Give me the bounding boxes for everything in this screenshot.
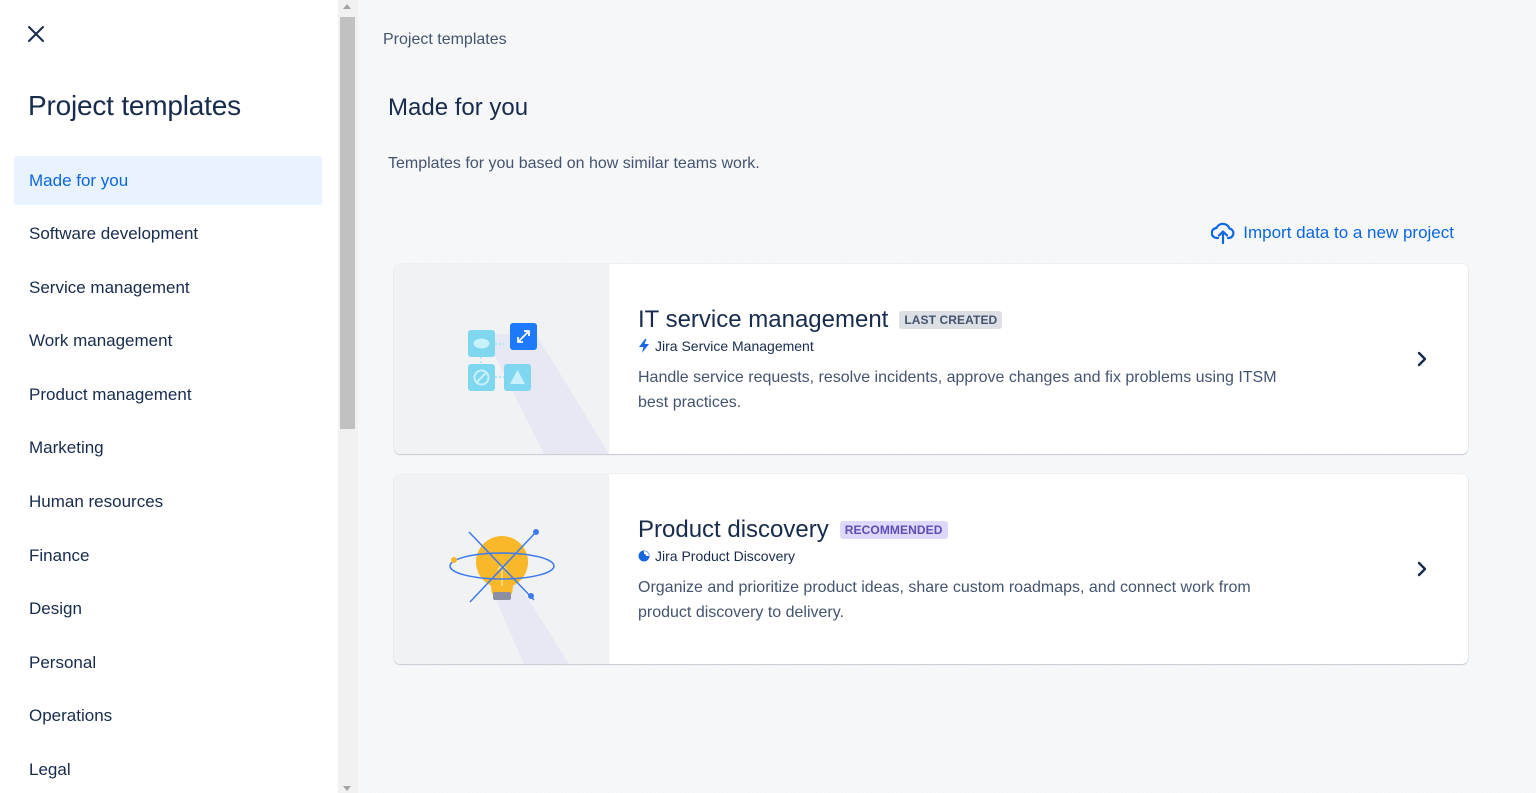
import-data-label: Import data to a new project	[1243, 223, 1454, 242]
sidebar-item-legal[interactable]: Legal	[14, 746, 322, 793]
itsm-illustration	[394, 264, 609, 454]
scrollbar-thumb[interactable]	[340, 17, 355, 429]
status-badge: LAST CREATED	[899, 311, 1003, 329]
main-content: Project templates Made for you Templates…	[358, 0, 1536, 793]
import-data-link[interactable]: Import data to a new project	[1211, 222, 1454, 244]
product-discovery-illustration	[394, 474, 609, 664]
breadcrumb[interactable]: Project templates	[383, 31, 507, 49]
card-description: Handle service requests, resolve inciden…	[638, 369, 1277, 411]
sidebar-item-human-resources[interactable]: Human resources	[14, 478, 322, 527]
page-title: Made for you	[388, 94, 529, 121]
card-title: Product discovery	[638, 516, 829, 543]
cloud-upload-icon	[1211, 222, 1235, 244]
sidebar-title: Project templates	[28, 90, 241, 121]
sidebar-nav: Made for you Software development Servic…	[14, 156, 322, 793]
product-name: Jira Product Discovery	[655, 548, 796, 564]
sidebar-item-finance[interactable]: Finance	[14, 531, 322, 580]
sidebar-item-personal[interactable]: Personal	[14, 638, 322, 687]
sidebar-item-product-management[interactable]: Product management	[14, 370, 322, 419]
sidebar: Project templates Made for you Software …	[0, 0, 338, 793]
lightning-icon	[639, 339, 649, 353]
template-card-it-service-management[interactable]: IT service management LAST CREATED Jira …	[394, 264, 1468, 454]
scroll-down-arrow-icon[interactable]	[343, 786, 351, 791]
sidebar-item-service-management[interactable]: Service management	[14, 263, 322, 312]
sidebar-item-operations[interactable]: Operations	[14, 692, 322, 741]
sidebar-item-software-development[interactable]: Software development	[14, 210, 322, 259]
chevron-right-icon	[1417, 561, 1427, 577]
close-icon	[28, 26, 44, 42]
jira-product-discovery-icon	[638, 550, 650, 562]
sidebar-item-work-management[interactable]: Work management	[14, 317, 322, 366]
card-description: Organize and prioritize product ideas, s…	[638, 579, 1251, 621]
scroll-up-arrow-icon[interactable]	[343, 4, 351, 9]
recommended-badge: RECOMMENDED	[839, 521, 948, 539]
page-description: Templates for you based on how similar t…	[388, 155, 760, 172]
card-title-row: IT service management LAST CREATED	[638, 306, 1338, 334]
card-body: IT service management LAST CREATED Jira …	[638, 306, 1338, 415]
product-row: Jira Service Management	[638, 338, 1338, 354]
close-button[interactable]	[22, 20, 50, 48]
sidebar-item-made-for-you[interactable]: Made for you	[14, 156, 322, 205]
card-body: Product discovery RECOMMENDED Jira Produ…	[638, 516, 1338, 625]
sidebar-item-design[interactable]: Design	[14, 585, 322, 634]
product-row: Jira Product Discovery	[638, 548, 1338, 564]
product-name: Jira Service Management	[655, 338, 814, 354]
template-card-product-discovery[interactable]: Product discovery RECOMMENDED Jira Produ…	[394, 474, 1468, 664]
sidebar-item-marketing[interactable]: Marketing	[14, 424, 322, 473]
chevron-right-icon	[1417, 351, 1427, 367]
card-title-row: Product discovery RECOMMENDED	[638, 516, 1338, 544]
card-title: IT service management	[638, 306, 889, 333]
sidebar-scrollbar[interactable]	[338, 0, 358, 793]
